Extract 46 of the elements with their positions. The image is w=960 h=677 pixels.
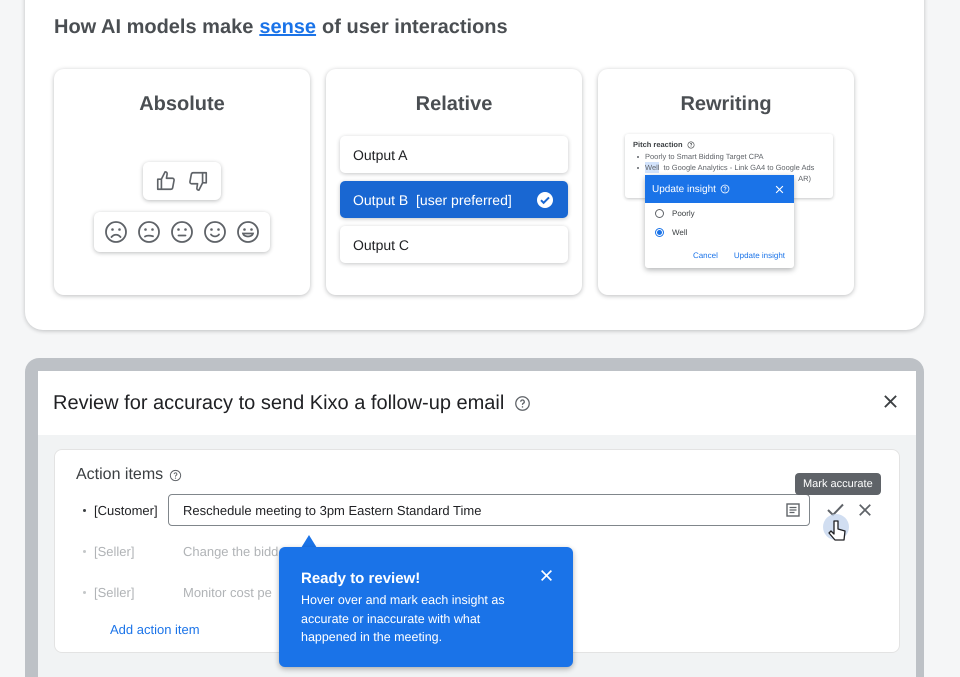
check-circle-icon <box>536 190 554 208</box>
role-label: [Seller] <box>94 544 136 558</box>
notes-icon[interactable] <box>785 502 801 518</box>
section-title: Action items <box>76 466 164 484</box>
dialog-title: Review for accuracy to send Kixo a follow-up email <box>53 392 504 414</box>
heading-text: of user interactions <box>322 16 508 39</box>
thumbs-down-icon[interactable] <box>187 170 209 192</box>
action-item-field[interactable]: Reschedule meeting to 3pm Eastern Standard Time <box>168 494 810 526</box>
popup-button[interactable]: Update insight <box>734 251 785 260</box>
face-icon[interactable] <box>137 220 161 244</box>
tooltip: Mark accurate <box>795 473 881 495</box>
card-title: Rewriting <box>680 93 772 116</box>
face-icon[interactable] <box>203 220 227 244</box>
help-icon[interactable] <box>169 468 182 482</box>
bullet-icon <box>83 550 86 552</box>
card-title: Relative <box>416 93 492 116</box>
popup-title: Update insight <box>652 184 716 194</box>
option-label: Well <box>672 228 688 237</box>
help-icon[interactable] <box>686 140 695 148</box>
role-label: [Seller] <box>94 584 136 600</box>
radio-button[interactable] <box>655 209 664 218</box>
face-icon[interactable] <box>104 220 128 244</box>
bullet-icon <box>83 508 86 512</box>
output-option[interactable]: Output A <box>340 136 568 173</box>
output-option[interactable]: Output B [user preferred] <box>340 181 568 218</box>
coachmark-text: Hover over and mark each insight as accurate or inaccurate with what happened in the meeting. <box>301 592 506 646</box>
face-icon[interactable] <box>170 220 194 244</box>
add-action-item-link[interactable]: Add action item <box>110 622 200 637</box>
heading-text: How AI models make <box>54 16 254 39</box>
close-icon[interactable] <box>858 503 872 517</box>
output-option[interactable]: Output C <box>340 226 568 263</box>
coachmark-title: Ready to review! <box>301 570 420 586</box>
thumbs-up-icon[interactable] <box>155 170 177 192</box>
help-icon[interactable] <box>514 394 532 412</box>
close-icon[interactable] <box>883 394 898 408</box>
bullet-icon <box>83 590 86 594</box>
card-title: Absolute <box>139 93 225 116</box>
sense-link[interactable]: sense <box>259 16 316 39</box>
checkmark-icon[interactable] <box>827 503 844 517</box>
radio-button[interactable] <box>655 228 664 237</box>
option-label: Poorly <box>672 209 695 218</box>
action-item-text: Monitor cost pe <box>182 584 272 600</box>
action-item-text: Change the bidd <box>182 544 278 558</box>
face-icon[interactable] <box>236 220 260 244</box>
popup-button[interactable]: Cancel <box>692 251 718 260</box>
role-label: [Customer] <box>94 502 159 518</box>
